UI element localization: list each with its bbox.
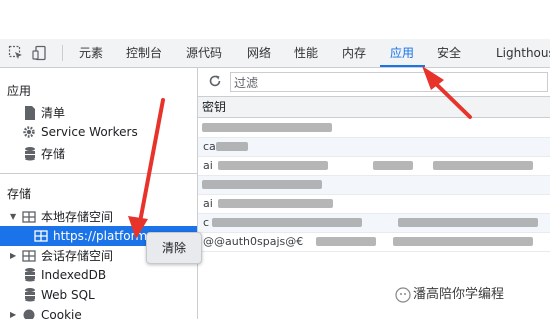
storage-panel: 过滤 密钥 ca ai ai c @@auth0spajs@€ [198, 68, 550, 319]
tab-memory[interactable]: 内存 [342, 39, 366, 67]
sidebar-item-manifest[interactable]: 清单 [0, 103, 197, 123]
table-row[interactable]: ca [198, 138, 550, 157]
sidebar-divider [0, 173, 197, 174]
wechat-icon [395, 287, 411, 303]
redaction-blur [433, 161, 533, 170]
toolbar-separator [62, 45, 63, 61]
sidebar-item-label: Cookie [41, 308, 82, 319]
expand-down-icon[interactable]: ▼ [10, 207, 16, 227]
sidebar-item-indexeddb[interactable]: IndexedDB [0, 265, 197, 285]
sidebar-item-label: 清单 [41, 106, 66, 120]
database-icon [25, 288, 35, 302]
database-icon [25, 147, 35, 161]
gear-icon [23, 126, 35, 138]
redaction-blur [216, 142, 248, 151]
tab-performance[interactable]: 性能 [294, 39, 318, 67]
grid-icon [22, 250, 36, 262]
sidebar-item-label: 本地存储空间 [41, 210, 114, 224]
devtools-toolbar: 元素 控制台 源代码 网络 性能 内存 应用 安全 Lighthouse [0, 39, 550, 68]
sidebar-item-label: 存储 [41, 147, 66, 161]
tab-network[interactable]: 网络 [247, 39, 271, 67]
watermark-text: 潘高陪你学编程 [413, 287, 505, 302]
redaction-blur [202, 123, 332, 132]
redaction-blur [202, 180, 322, 189]
tab-elements[interactable]: 元素 [79, 39, 103, 67]
redaction-blur [218, 161, 328, 170]
tab-sources[interactable]: 源代码 [186, 39, 222, 67]
table-row[interactable] [198, 176, 550, 195]
column-header-key[interactable]: 密钥 [198, 97, 550, 118]
tab-security[interactable]: 安全 [437, 39, 461, 67]
table-row[interactable]: c [198, 214, 550, 233]
redaction-blur [393, 237, 533, 246]
redaction-blur [212, 218, 362, 227]
cookie-icon [23, 309, 35, 319]
clear-menu-item[interactable]: 清除 [146, 232, 202, 264]
application-sidebar: 应用 清单 Service Workers 存储 存储 ▼ 本地存储空间 htt… [0, 68, 198, 319]
row-key: ai [203, 197, 213, 210]
filter-input[interactable]: 过滤 [230, 72, 548, 92]
sidebar-item-local-storage[interactable]: ▼ 本地存储空间 [0, 207, 197, 227]
watermark: 潘高陪你学编程 [395, 285, 505, 305]
database-icon [25, 268, 35, 282]
sidebar-item-service-workers[interactable]: Service Workers [0, 122, 197, 142]
inspect-element-icon[interactable] [8, 45, 24, 61]
sidebar-item-label: IndexedDB [41, 268, 107, 282]
tab-lighthouse[interactable]: Lighthouse [496, 39, 550, 67]
sidebar-item-label: 会话存储空间 [41, 249, 114, 263]
grid-icon [34, 230, 48, 242]
grid-icon [22, 211, 36, 223]
expand-right-icon[interactable]: ▶ [10, 305, 16, 319]
refresh-icon[interactable] [208, 74, 222, 88]
redaction-blur [218, 199, 333, 208]
table-row[interactable]: ai [198, 157, 550, 176]
row-key: @@auth0spajs@€ [203, 235, 304, 248]
row-key: ca [203, 140, 216, 153]
sidebar-item-websql[interactable]: Web SQL [0, 285, 197, 305]
redaction-blur [316, 237, 376, 246]
sidebar-item-label: https://platform.o [53, 229, 159, 243]
tab-console[interactable]: 控制台 [126, 39, 162, 67]
tab-application[interactable]: 应用 [390, 39, 414, 67]
table-row[interactable]: @@auth0spajs@€ [198, 233, 550, 252]
section-title-app: 应用 [7, 84, 32, 98]
redaction-blur [373, 161, 413, 170]
section-title-storage: 存储 [7, 187, 32, 201]
document-icon [25, 106, 35, 120]
expand-right-icon[interactable]: ▶ [10, 246, 16, 266]
sidebar-item-storage[interactable]: 存储 [0, 144, 197, 164]
device-toggle-icon[interactable] [32, 45, 48, 61]
active-tab-indicator [380, 65, 425, 67]
sidebar-item-label: Web SQL [41, 288, 95, 302]
sidebar-item-cookie[interactable]: ▶ Cookie [0, 305, 197, 319]
redaction-blur [398, 218, 538, 227]
sidebar-item-label: Service Workers [41, 125, 138, 139]
table-row[interactable]: ai [198, 195, 550, 214]
table-row[interactable] [198, 119, 550, 138]
row-key: ai [203, 159, 213, 172]
row-key: c [203, 216, 210, 229]
storage-toolbar: 过滤 [198, 68, 550, 97]
